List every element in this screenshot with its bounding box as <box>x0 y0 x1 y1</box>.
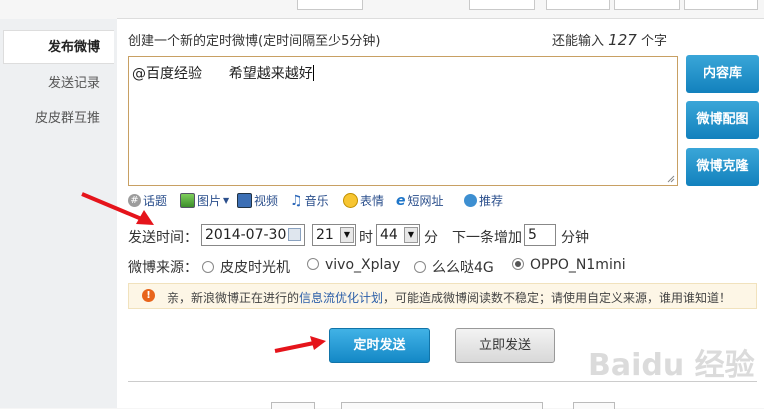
source-option-label: 皮皮时光机 <box>220 260 290 276</box>
arrow-annotation-icon <box>81 192 154 225</box>
radio-icon[interactable] <box>307 258 319 270</box>
source-option-label: vivo_Xplay <box>325 257 401 273</box>
arrow-annotation-icon <box>274 336 326 353</box>
source-option[interactable]: 皮皮时光机 <box>202 257 290 277</box>
toolbar-label: 短网址 <box>407 194 444 208</box>
music-icon: ♫ <box>290 192 303 209</box>
hour-unit: 时 <box>359 230 373 246</box>
toolbar-label: 音乐 <box>304 194 329 208</box>
source-option-selected[interactable]: OPPO_N1mini <box>512 257 626 273</box>
toolbar-music[interactable]: ♫ 音乐 <box>290 192 329 209</box>
chevron-down-icon: ▼ <box>223 196 230 205</box>
char-counter: 还能输入 127 个字 <box>552 30 667 49</box>
emotion-icon <box>343 193 358 208</box>
top-tab-stub[interactable] <box>546 0 610 10</box>
send-now-button[interactable]: 立即发送 <box>455 328 555 363</box>
minute-value: 44 <box>380 227 398 243</box>
sidebar-item-group-promote[interactable]: 皮皮群互推 <box>3 102 114 136</box>
counter-value: 127 <box>608 31 637 49</box>
schedule-send-button[interactable]: 定时发送 <box>329 328 430 363</box>
next-increase-unit: 分钟 <box>561 230 589 246</box>
chevron-down-icon: ▼ <box>404 227 418 243</box>
weibo-content-text: @百度经验 希望越来越好 <box>132 66 313 82</box>
notice-link[interactable]: 信息流优化计划 <box>299 291 383 305</box>
source-label: 微博来源： <box>128 260 198 276</box>
date-value: 2014-07-30 <box>205 227 287 243</box>
source-option-label: OPPO_N1mini <box>530 257 626 273</box>
source-option[interactable]: vivo_Xplay <box>307 257 400 273</box>
compose-hint: 创建一个新的定时微博(定时间隔至少5分钟) <box>128 34 381 49</box>
radio-selected-icon[interactable] <box>512 258 524 270</box>
minute-select[interactable]: 44 ▼ <box>376 224 420 246</box>
toolbar-emotion[interactable]: 表情 <box>343 192 384 209</box>
hour-value: 21 <box>316 227 334 243</box>
send-time-label: 发送时间： <box>128 230 198 246</box>
source-option[interactable]: 么么哒4G <box>414 257 494 277</box>
toolbar-video[interactable]: 视频 <box>237 192 278 209</box>
counter-prefix: 还能输入 <box>552 34 605 49</box>
warning-icon: ! <box>142 289 155 302</box>
toolbar-label: 表情 <box>360 194 385 208</box>
weibo-image-button[interactable]: 微博配图 <box>686 101 759 139</box>
source-option-label: 么么哒4G <box>432 260 494 276</box>
top-tab-stub[interactable] <box>469 0 535 10</box>
minute-unit: 分 <box>424 230 438 246</box>
toolbar-recommend[interactable]: 推荐 <box>464 192 503 209</box>
notice-suffix: ，可能造成微博阅读数不稳定；请使用自定义来源，谁用谁知道！ <box>383 291 732 305</box>
baidu-watermark-logo: Baidu 经验 <box>588 348 755 383</box>
resize-handle-icon[interactable] <box>667 175 675 183</box>
content-library-button[interactable]: 内容库 <box>686 55 759 93</box>
toolbar-label: 视频 <box>254 194 279 208</box>
notice-text: 亲，新浪微博正在进行的信息流优化计划，可能造成微博阅读数不稳定；请使用自定义来源… <box>167 289 731 306</box>
next-increase-value: 5 <box>528 227 537 243</box>
chevron-down-icon: ▼ <box>340 227 354 243</box>
counter-suffix: 个字 <box>640 34 667 49</box>
text-cursor <box>312 65 314 81</box>
weibo-clone-button[interactable]: 微博克隆 <box>686 148 759 186</box>
recommend-icon <box>464 194 477 207</box>
video-icon <box>237 193 252 208</box>
toolbar-picture[interactable]: 图片 ▼ <box>180 192 229 209</box>
sidebar-item-publish[interactable]: 发布微博 <box>3 30 114 64</box>
radio-icon[interactable] <box>202 261 214 273</box>
notice-prefix: 亲，新浪微博正在进行的 <box>167 291 300 305</box>
calendar-icon[interactable] <box>288 228 301 241</box>
date-input[interactable]: 2014-07-30 <box>201 224 305 246</box>
top-tab-stub[interactable] <box>684 0 758 10</box>
toolbar-label: 推荐 <box>479 194 504 208</box>
sidebar-item-records[interactable]: 发送记录 <box>3 67 114 101</box>
toolbar-label: 图片 <box>197 194 222 208</box>
radio-icon[interactable] <box>414 261 426 273</box>
top-tab-stub[interactable] <box>614 0 680 10</box>
hour-select[interactable]: 21 ▼ <box>312 224 356 246</box>
picture-icon <box>180 193 195 208</box>
next-increase-input[interactable]: 5 <box>524 224 556 246</box>
toolbar-short-url[interactable]: e 短网址 <box>396 192 444 209</box>
short-url-icon: e <box>396 192 406 209</box>
next-increase-label: 下一条增加 <box>452 230 522 246</box>
weibo-content-textarea[interactable]: @百度经验 希望越来越好 <box>128 56 678 186</box>
top-tab-stub[interactable] <box>297 0 363 10</box>
